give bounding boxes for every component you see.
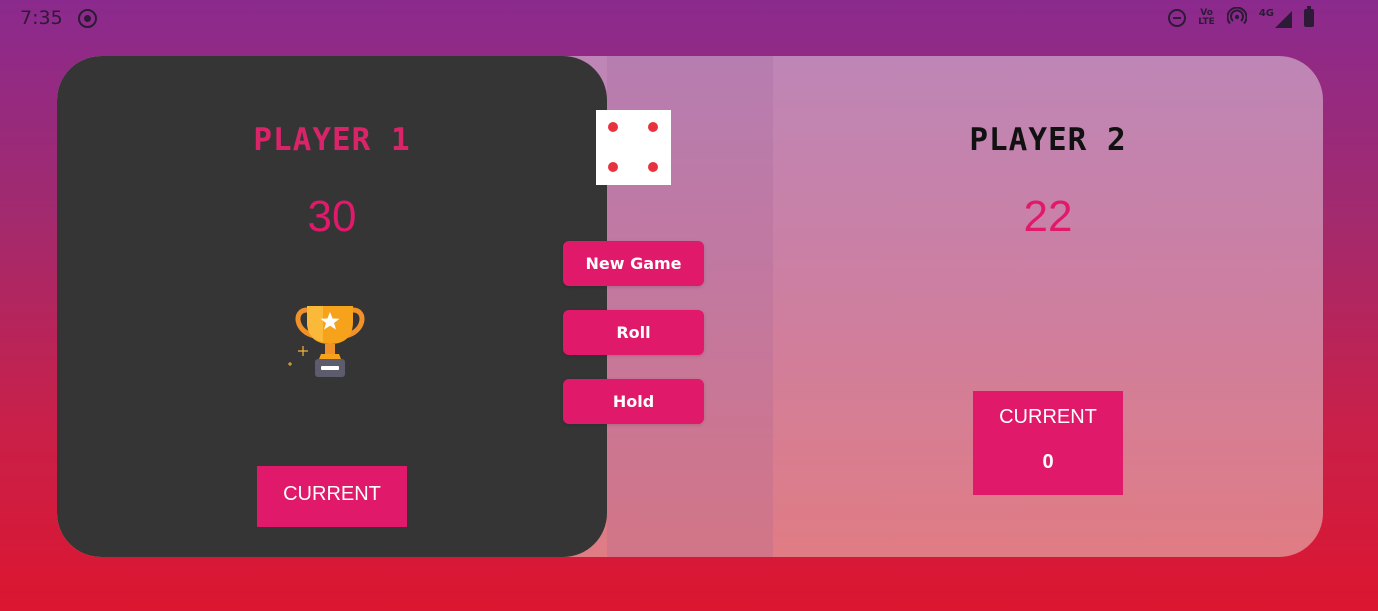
network-label: 4G	[1258, 7, 1274, 19]
player-2-current-box: CURRENT 0	[973, 391, 1123, 495]
signal-icon: 4G	[1258, 7, 1292, 28]
player-1-panel: PLAYER 1 30 CURRENT	[57, 56, 607, 557]
new-game-button[interactable]: New Game	[563, 241, 704, 286]
dice-pip	[608, 162, 618, 172]
player-2-name: PLAYER 2	[969, 122, 1127, 158]
status-bar: 7:35 Vo LTE 4G	[0, 0, 1378, 36]
player-2-score: 22	[1023, 192, 1073, 241]
player-1-name: PLAYER 1	[253, 122, 411, 158]
player-2-panel: PLAYER 2 22 CURRENT 0	[773, 56, 1323, 557]
dnd-icon	[1168, 9, 1187, 27]
volte-icon: Vo LTE	[1198, 9, 1215, 27]
hold-button[interactable]: Hold	[563, 379, 704, 424]
dice-pip	[608, 122, 618, 132]
status-time: 7:35	[20, 7, 63, 29]
player-1-current-box: CURRENT	[257, 466, 407, 527]
dice-pip	[648, 162, 658, 172]
dice	[596, 110, 671, 185]
dice-pip	[648, 122, 658, 132]
player-2-current-value: 0	[1042, 451, 1054, 473]
hotspot-icon	[1226, 6, 1248, 29]
roll-button[interactable]: Roll	[563, 310, 704, 355]
status-icons: Vo LTE 4G	[1168, 6, 1314, 29]
player-1-score: 30	[307, 192, 357, 241]
record-icon	[78, 9, 97, 28]
volte-line2: LTE	[1198, 17, 1215, 27]
game-board: PLAYER 1 30 CURRENT PLAYER 2 22 CURRENT …	[57, 56, 1323, 557]
trophy-icon	[285, 302, 375, 382]
player-1-current-label: CURRENT	[283, 483, 381, 505]
battery-icon	[1304, 6, 1314, 27]
player-2-current-label: CURRENT	[999, 406, 1097, 428]
